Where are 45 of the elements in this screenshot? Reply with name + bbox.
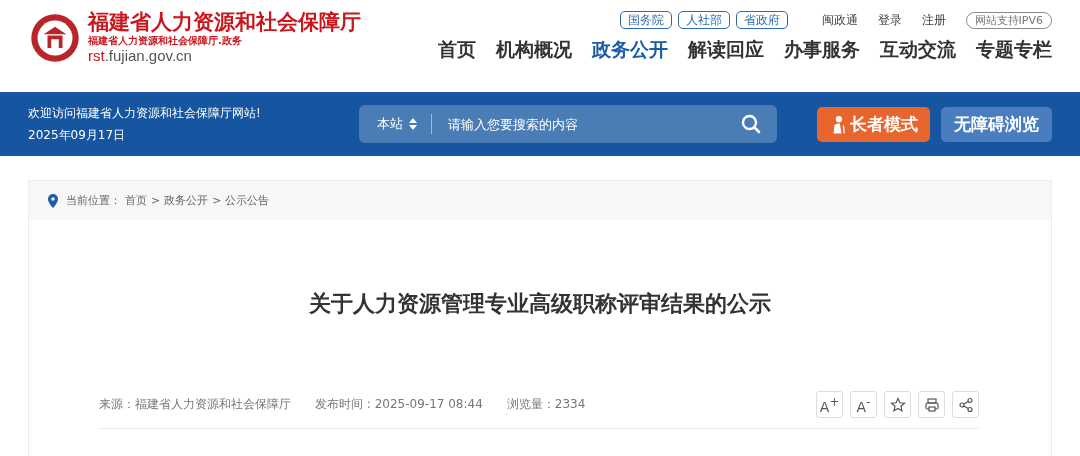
nav-tab[interactable]: 政务公开 xyxy=(592,37,668,63)
nav-tab[interactable]: 解读回应 xyxy=(688,37,764,63)
share-button[interactable] xyxy=(952,391,979,418)
nav-tab[interactable]: 办事服务 xyxy=(784,37,860,63)
nav-tab[interactable]: 首页 xyxy=(438,37,476,63)
date-text: 2025年09月17日 xyxy=(28,127,127,144)
search-bar[interactable]: 本站 请输入您要搜索的内容 xyxy=(359,105,777,143)
article-meta: 来源：福建省人力资源和社会保障厅 xyxy=(99,396,291,413)
domain-prefix: rst xyxy=(88,47,105,64)
share-icon xyxy=(957,396,974,413)
star-button[interactable] xyxy=(884,391,911,418)
breadcrumb-link[interactable]: 公示公告 xyxy=(225,193,270,208)
nav-tab[interactable]: 专题专栏 xyxy=(976,37,1052,63)
accessible-button[interactable]: 无障碍浏览 xyxy=(941,106,1052,142)
user-link[interactable]: 注册 xyxy=(921,11,946,29)
gov-link[interactable]: 省政府 xyxy=(735,11,788,29)
site-name: 福建省人力资源和社会保障厅 xyxy=(88,10,361,34)
font-size-button[interactable]: A$^{-}$ xyxy=(850,391,877,418)
site-subtitle: 福建省人力资源和社会保障厅.政务 xyxy=(88,34,243,47)
print-icon xyxy=(923,396,940,413)
gov-link[interactable]: 人社部 xyxy=(677,11,730,29)
nav-tab[interactable]: 机构概况 xyxy=(496,37,572,63)
breadcrumb-separator: > xyxy=(212,194,222,207)
nav-tab[interactable]: 互动交流 xyxy=(880,37,956,63)
location-pin-icon xyxy=(48,193,58,208)
scope-select[interactable]: 本站 xyxy=(377,115,417,133)
domain-name: .fujian.gov.cn xyxy=(104,47,192,64)
user-link[interactable]: 登录 xyxy=(877,11,902,29)
article-meta: 浏览量：2334 xyxy=(506,396,586,413)
font-size-button[interactable]: A$^{+}$ xyxy=(816,391,843,418)
breadcrumb-link[interactable]: 首页 xyxy=(125,193,147,208)
search-icon[interactable] xyxy=(741,114,761,134)
user-link[interactable]: 闽政通 xyxy=(821,11,858,29)
article-title: 关于人力资源管理专业高级职称评审结果的公示 xyxy=(308,290,772,318)
breadcrumb-link[interactable]: 政务公开 xyxy=(164,193,209,208)
gov-link[interactable]: 国务院 xyxy=(619,11,672,29)
search-field[interactable]: 请输入您要搜索的内容 xyxy=(446,115,741,133)
breadcrumb-separator: > xyxy=(151,194,161,207)
article-meta: 发布时间 : 2025-09-17 08:44 xyxy=(315,396,483,413)
emblem-icon xyxy=(30,12,80,63)
star-icon xyxy=(889,396,906,413)
print-button[interactable] xyxy=(918,391,945,418)
breadcrumb-label: 当前位置： xyxy=(66,193,121,208)
welcome-text: 欢迎访问福建省人力资源和社会保障厅网站! xyxy=(28,105,262,122)
sort-icon xyxy=(409,118,417,130)
